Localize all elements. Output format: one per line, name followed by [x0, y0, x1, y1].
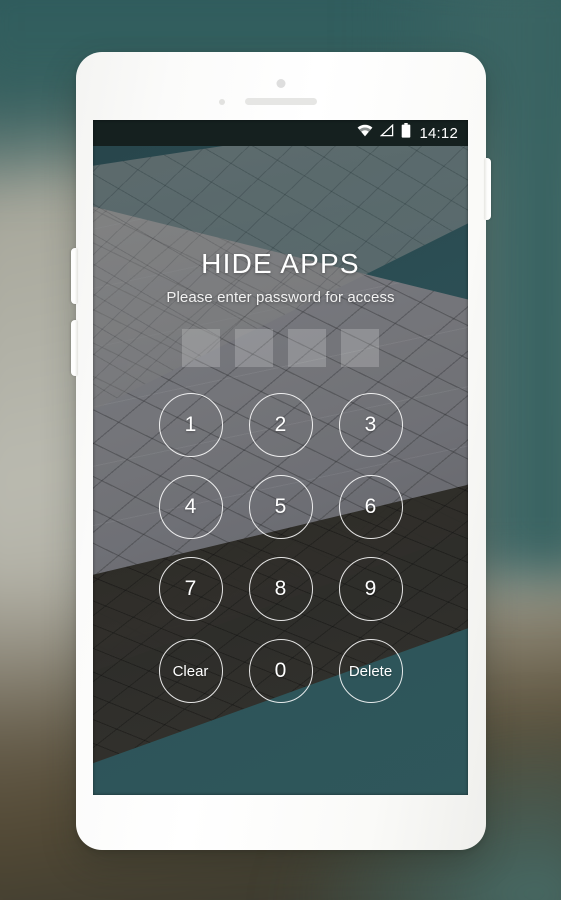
status-bar: 14:12: [93, 120, 468, 146]
page-subtitle: Please enter password for access: [166, 289, 395, 306]
keypad-4[interactable]: 4: [158, 475, 223, 539]
password-box-3: [288, 329, 326, 367]
password-indicator-row: [93, 329, 468, 367]
keypad-3[interactable]: 3: [338, 393, 403, 457]
keypad-7[interactable]: 7: [158, 557, 223, 621]
keypad-8[interactable]: 8: [248, 557, 313, 621]
keypad-clear[interactable]: Clear: [158, 639, 223, 703]
status-bar-clock: 14:12: [419, 124, 458, 142]
volume-up-button[interactable]: [71, 248, 78, 304]
screenshot-stage: 14:12 HIDE APPS Please enter password fo…: [0, 0, 561, 900]
proximity-sensor-icon: [219, 99, 225, 105]
password-box-1: [182, 329, 220, 367]
keypad-row-2: 456: [158, 475, 403, 539]
numeric-keypad: 1 2 3 4 5 6 7 8 9 Clear 0 Delete: [93, 393, 468, 703]
keypad-row-1: 123: [158, 393, 403, 457]
keypad-delete[interactable]: Delete: [338, 639, 403, 703]
password-box-2: [235, 329, 273, 367]
phone-device: 14:12 HIDE APPS Please enter password fo…: [71, 52, 491, 850]
keypad-6[interactable]: 6: [338, 475, 403, 539]
page-title: HIDE APPS: [201, 248, 360, 279]
phone-screen: 14:12 HIDE APPS Please enter password fo…: [93, 120, 468, 795]
earpiece-speaker: [245, 98, 317, 105]
keypad-0[interactable]: 0: [248, 639, 313, 703]
keypad-5[interactable]: 5: [248, 475, 313, 539]
battery-icon: [401, 123, 411, 143]
volume-down-button[interactable]: [71, 320, 78, 376]
password-box-4: [341, 329, 379, 367]
wifi-icon: [357, 124, 373, 142]
keypad-row-4: Clear 0 Delete: [158, 639, 403, 703]
front-camera-icon: [276, 79, 286, 88]
keypad-2[interactable]: 2: [248, 393, 313, 457]
keypad-row-3: 789: [158, 557, 403, 621]
signal-triangle-icon: [380, 123, 394, 142]
keypad-9[interactable]: 9: [338, 557, 403, 621]
power-button[interactable]: [484, 158, 491, 220]
lock-screen: HIDE APPS Please enter password for acce…: [93, 146, 468, 795]
keypad-1[interactable]: 1: [158, 393, 223, 457]
